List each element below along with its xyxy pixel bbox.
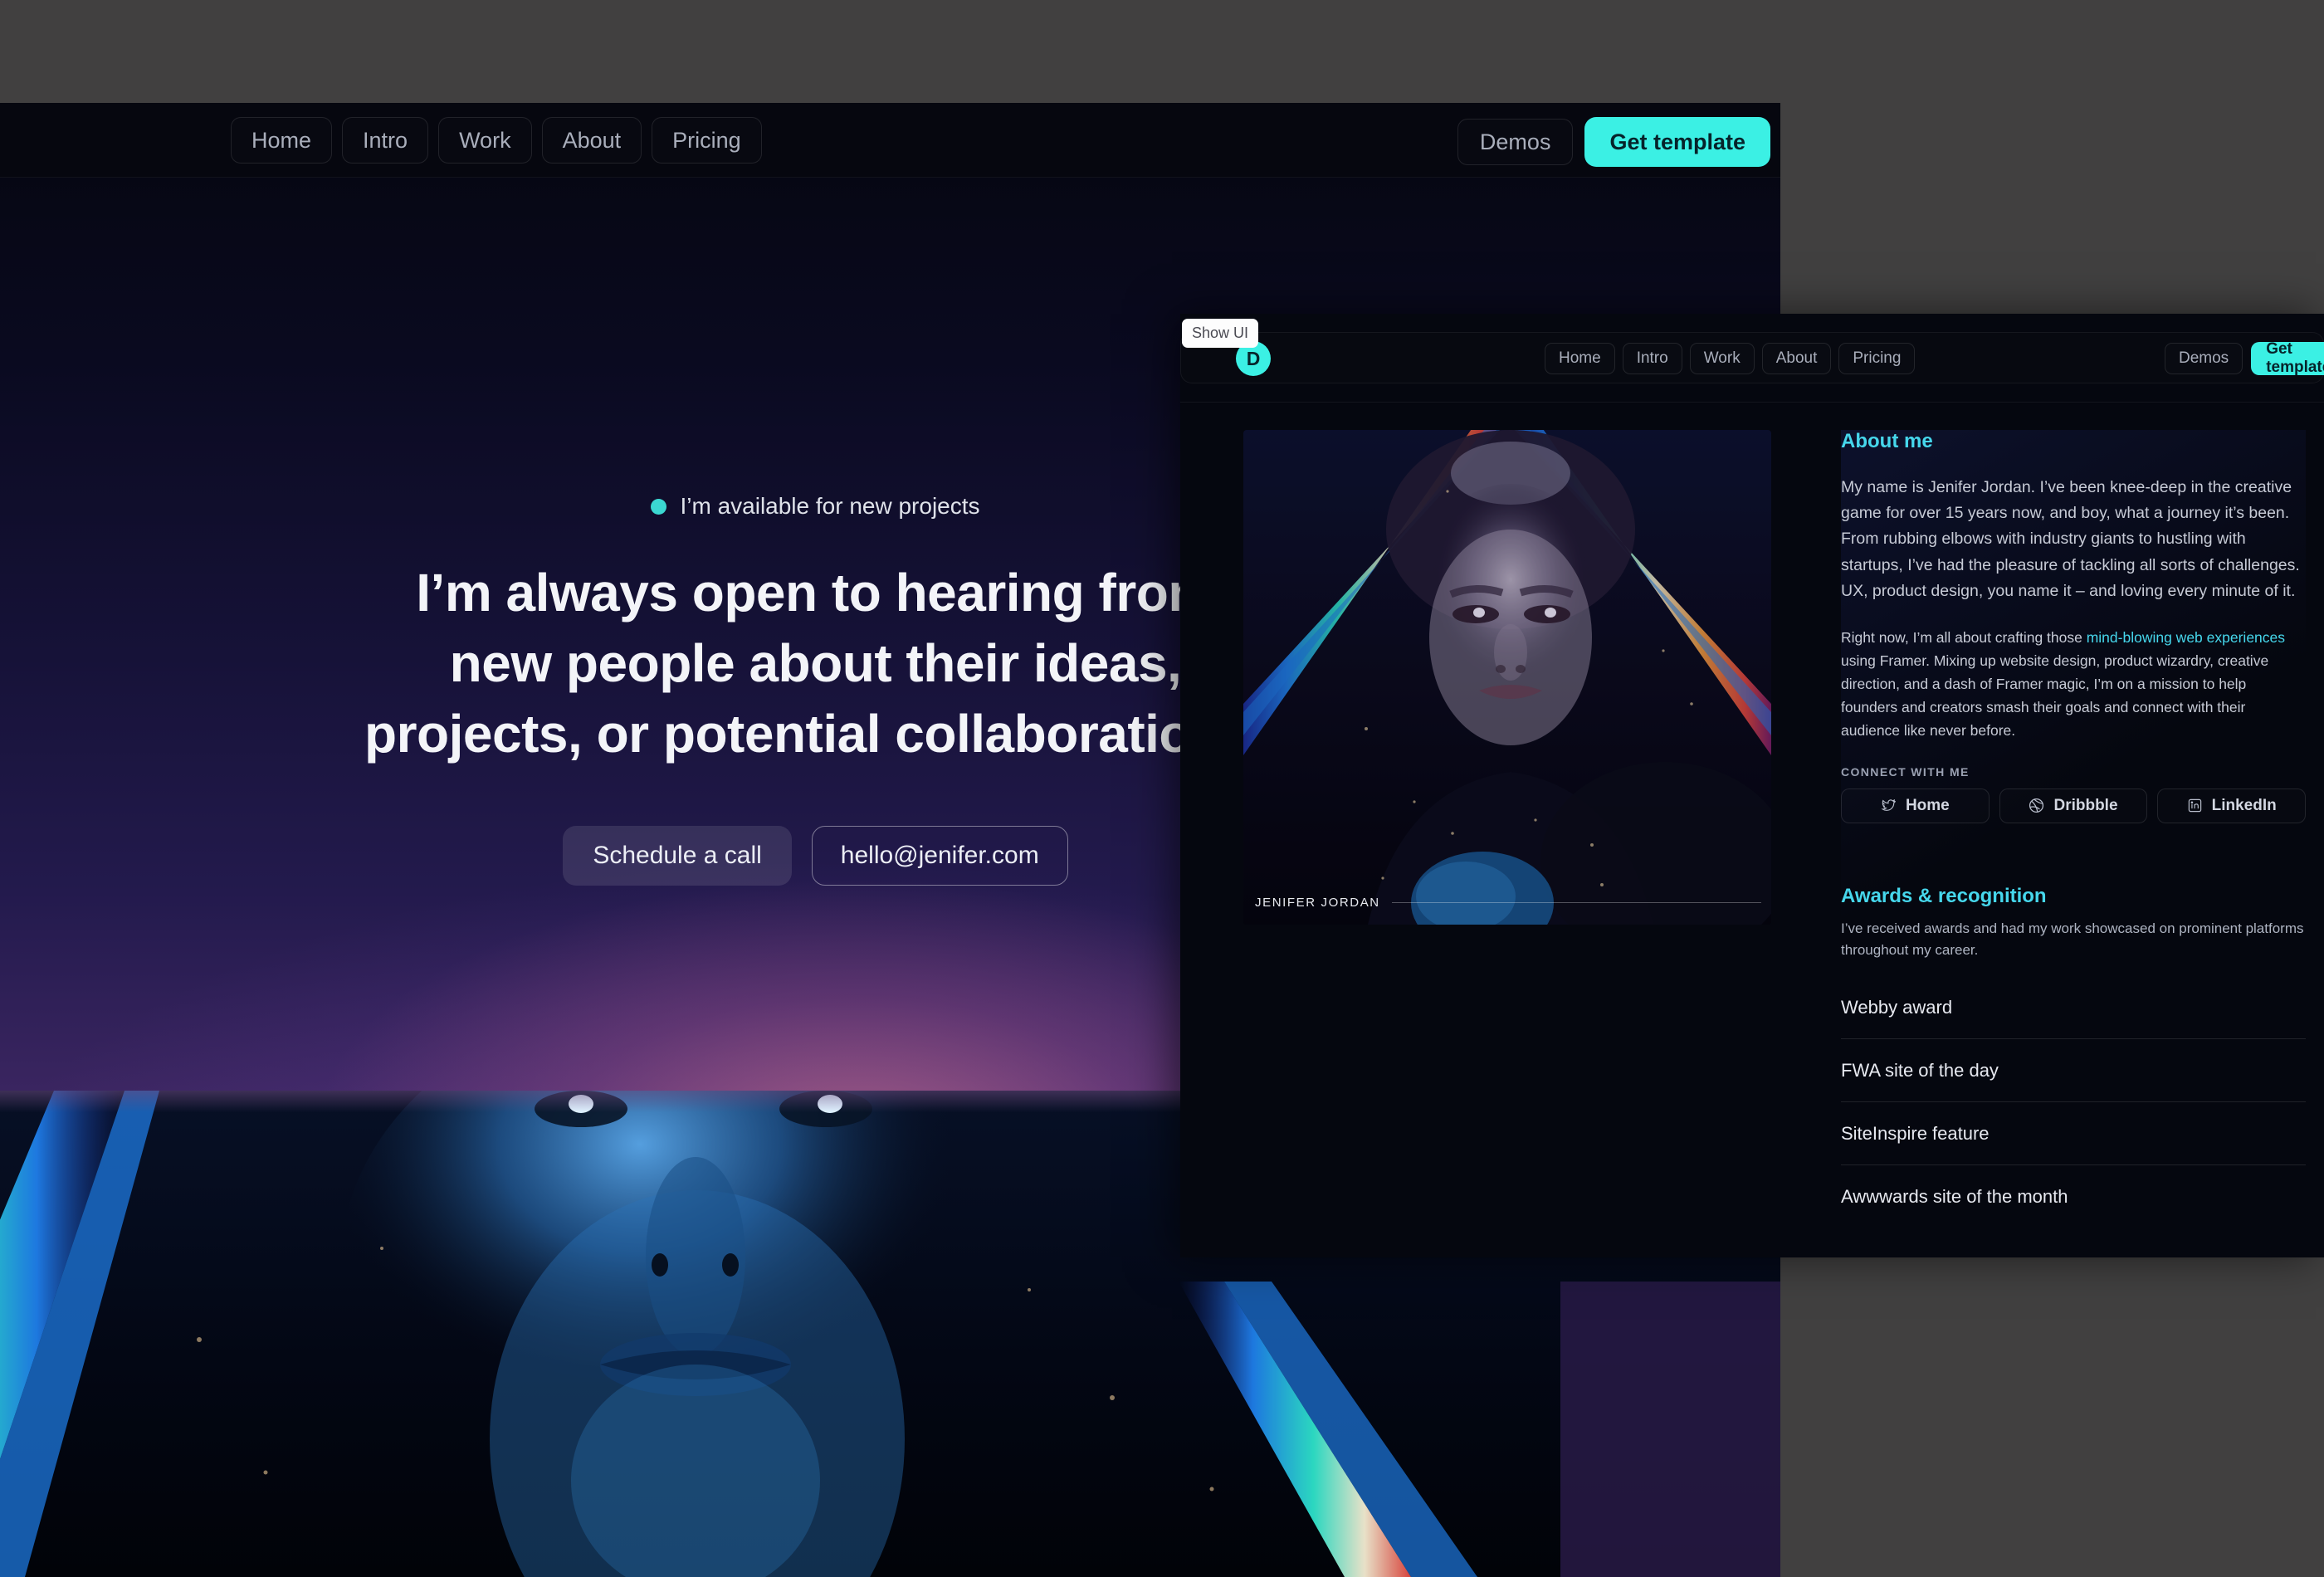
get-template-button[interactable]: Get template <box>2251 340 2324 376</box>
navbar-back: Home Intro Work About Pricing Demos Get … <box>0 103 1780 178</box>
social-label: Dribbble <box>2053 796 2118 814</box>
nav-actions-front: Demos Get template <box>2165 340 2324 376</box>
nav-actions: Demos Get template <box>1457 117 1770 167</box>
dribbble-icon <box>2029 798 2044 813</box>
availability-status: I’m available for new projects <box>651 493 980 520</box>
paragraph2-pre: Right now, I’m all about crafting those <box>1841 628 2087 646</box>
schedule-call-button[interactable]: Schedule a call <box>563 826 792 886</box>
demos-label: Demos <box>1479 129 1551 154</box>
social-link-twitter[interactable]: Home <box>1841 788 1990 823</box>
schedule-call-label: Schedule a call <box>593 842 762 870</box>
email-button[interactable]: hello@jenifer.com <box>811 826 1068 886</box>
nav-item-home[interactable]: Home <box>1545 343 1615 374</box>
brand-logo-letter: D <box>1246 347 1261 369</box>
get-template-label: Get template <box>2266 340 2324 376</box>
page-title: I’m always open to hearing from new peop… <box>364 563 1267 764</box>
paragraph2-post: using Framer. Mixing up website design, … <box>1841 652 2269 739</box>
awards-heading: Awards & recognition <box>1841 884 2047 907</box>
profile-prism-portrait-image: JENIFER JORDAN <box>1243 430 1771 925</box>
about-me-heading: About me <box>1841 430 1933 452</box>
awards-list: Webby award FWA site of the day SiteInsp… <box>1841 990 2306 1228</box>
nav-links: Home Intro Work About Pricing <box>231 117 762 164</box>
nav-item-home[interactable]: Home <box>231 117 333 164</box>
navbar-divider <box>1180 402 2324 403</box>
portrait-caption: JENIFER JORDAN <box>1255 896 1761 910</box>
nav-item-pricing[interactable]: Pricing <box>1838 343 1916 374</box>
nav-item-pricing[interactable]: Pricing <box>652 117 762 164</box>
show-ui-badge[interactable]: Show UI <box>1182 319 1259 348</box>
nav-item-intro[interactable]: Intro <box>1622 343 1682 374</box>
status-dot-icon <box>651 498 667 515</box>
mind-blowing-link[interactable]: mind-blowing web experiences <box>2087 629 2285 646</box>
demos-label: Demos <box>2179 349 2229 367</box>
nav-label: Intro <box>1636 349 1668 367</box>
nav-item-work[interactable]: Work <box>438 117 532 164</box>
demos-button[interactable]: Demos <box>1457 119 1574 165</box>
status-label: I’m available for new projects <box>680 493 980 519</box>
nav-label: Home <box>251 127 312 153</box>
awards-note: I’ve received awards and had my work sho… <box>1841 920 2304 959</box>
nav-item-intro[interactable]: Intro <box>342 117 429 164</box>
caption-rule <box>1391 902 1761 903</box>
twitter-icon <box>1881 799 1897 812</box>
social-label: Home <box>1905 796 1950 814</box>
connect-with-me-label: CONNECT WITH ME <box>1841 764 1970 779</box>
about-paragraph-1: My name is Jenifer Jordan. I’ve been kne… <box>1841 478 2300 600</box>
hero-cta-group: Schedule a call hello@jenifer.com <box>563 826 1068 886</box>
nav-label: About <box>1775 349 1818 367</box>
social-link-linkedin[interactable]: LinkedIn <box>2157 788 2307 823</box>
nav-item-work[interactable]: Work <box>1689 343 1755 374</box>
email-label: hello@jenifer.com <box>840 842 1039 870</box>
navbar-front: D Home Intro Work About Pricing Demos Ge… <box>1180 332 2324 383</box>
nav-label: Pricing <box>1853 349 1902 367</box>
get-template-label: Get template <box>1609 129 1745 154</box>
social-link-dribbble[interactable]: Dribbble <box>1999 788 2148 823</box>
social-label: LinkedIn <box>2211 796 2277 814</box>
award-item[interactable]: FWA site of the day <box>1841 1038 2306 1101</box>
nav-label: Home <box>1559 349 1601 367</box>
linkedin-icon <box>2188 799 2201 813</box>
nav-label: Work <box>1703 349 1741 367</box>
nav-label: Intro <box>363 127 408 153</box>
award-item[interactable]: Awwwards site of the month <box>1841 1164 2306 1228</box>
nav-label: About <box>562 127 622 153</box>
social-links: Home Dribbble LinkedIn <box>1841 788 2307 823</box>
about-content-column: About me My name is Jenifer Jordan. I’ve… <box>1841 430 2307 1236</box>
prism-portrait-art <box>1243 430 1771 925</box>
award-item[interactable]: SiteInspire feature <box>1841 1101 2306 1164</box>
about-window-front: D Home Intro Work About Pricing Demos Ge… <box>1180 314 2324 1257</box>
about-paragraph-2: Right now, I’m all about crafting those … <box>1841 626 2306 742</box>
portrait-caption-text: JENIFER JORDAN <box>1255 896 1380 910</box>
nav-item-about[interactable]: About <box>1761 343 1832 374</box>
get-template-button[interactable]: Get template <box>1584 117 1770 167</box>
nav-links-front: Home Intro Work About Pricing <box>1545 343 1916 374</box>
nav-item-about[interactable]: About <box>541 117 642 164</box>
nav-label: Work <box>459 127 511 153</box>
award-item[interactable]: Webby award <box>1841 990 2306 1038</box>
demos-button[interactable]: Demos <box>2165 343 2243 374</box>
nav-label: Pricing <box>672 127 741 153</box>
